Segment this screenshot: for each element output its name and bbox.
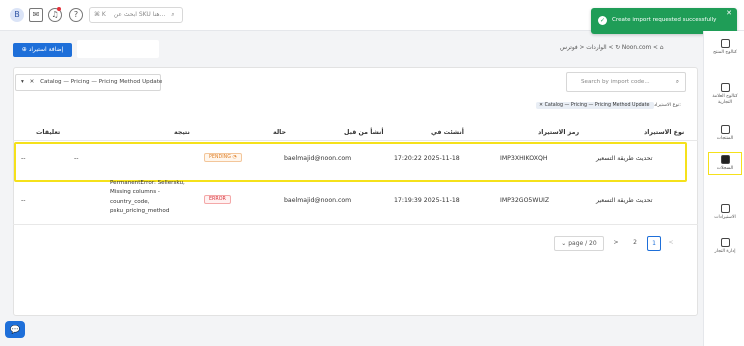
search-shortcut: ⌘ K (94, 11, 106, 18)
avatar[interactable]: B (10, 8, 24, 22)
products-icon (720, 125, 730, 134)
sidebar-item-brand-catalog[interactable]: كتالوج العلامة التجارية (708, 83, 742, 105)
col-import-code: رمز الاستيراد (538, 129, 580, 136)
import-code-search-input[interactable]: Search by import code... ⌕ (566, 72, 686, 92)
catalog-filter-value: Catalog — Pricing — Pricing Method Updat… (40, 79, 163, 85)
col-created-at: أنشئت في (431, 129, 464, 136)
row-import-code: IMP32GO5WUIZ (500, 197, 550, 204)
sidebar-item-imports[interactable]: الاستيرادات (708, 204, 742, 221)
close-icon[interactable]: ✕ (726, 9, 732, 17)
add-import-button[interactable]: ⊕ إضافة استيراد (13, 43, 72, 57)
chevron-down-icon: ▾ (21, 79, 24, 85)
brand-icon (720, 83, 730, 92)
empty-panel (77, 40, 159, 58)
page-size-select[interactable]: ⌄ page / 20 (554, 236, 604, 251)
clear-icon[interactable]: ✕ (30, 79, 35, 85)
import-code-placeholder: Search by import code... (581, 79, 650, 85)
sidebar-item-label: كتالوج المنتج (713, 50, 737, 55)
filter-chip-value: Catalog — Pricing — Pricing Method Updat… (544, 103, 650, 108)
add-import-label: إضافة استيراد (28, 46, 64, 53)
toast-message: Create import requested successfully (612, 17, 717, 23)
mail-icon[interactable]: ✉ (29, 8, 43, 22)
plus-icon: ⊕ (21, 46, 27, 53)
sellers-icon (720, 238, 730, 247)
catalog-icon (720, 39, 730, 48)
logs-icon (720, 155, 730, 164)
row-import-type: تحديث طريقة التسعير (596, 197, 653, 204)
chat-button[interactable]: 💬 (5, 321, 25, 338)
sidebar-item-products[interactable]: المنتجات (708, 125, 742, 142)
row-result: PermanentError: Sellersku, Missing colum… (110, 180, 185, 215)
highlight-box (14, 142, 687, 182)
next-page-button[interactable]: > (611, 236, 621, 251)
chevron-down-icon: ⌄ (561, 240, 567, 247)
header-divider (13, 140, 698, 141)
sidebar-item-label: الاستيرادات (714, 215, 736, 220)
sidebar-item-label: المنتجات (716, 136, 734, 141)
sidebar-item-sellers[interactable]: إدارة التجار (708, 238, 742, 255)
sidebar-item-product-catalog[interactable]: كتالوج المنتج (708, 39, 742, 56)
row-created-by: baelmajid@noon.com (284, 197, 352, 204)
search-icon: ⌕ (171, 11, 175, 18)
breadcrumb-imports[interactable]: الواردات (586, 45, 606, 51)
chat-icon: 💬 (10, 325, 20, 334)
notification-dot (57, 7, 61, 11)
sku-search-input[interactable]: ⌘ K ابحث عن SKU هنا... ⌕ (89, 7, 183, 23)
prev-page-button[interactable]: < (666, 236, 676, 251)
sidebar-item-label: السجلات (716, 166, 734, 171)
col-created-by: أنشأ من قبل (344, 129, 384, 136)
sidebar-item-label: إدارة التجار (714, 249, 736, 254)
page-1-button[interactable]: 1 (647, 236, 661, 251)
col-import-type: نوع الاستيراد (644, 129, 685, 136)
sidebar-item-label: كتالوج العلامة التجارية (712, 94, 738, 105)
page-size-value: page / 20 (568, 240, 597, 247)
status-badge: ERROR (204, 195, 231, 204)
active-filter-row: ✕ Catalog — Pricing — Pricing Method Upd… (536, 102, 681, 109)
sidebar: كتالوج المنتج كتالوج العلامة التجارية ال… (703, 31, 744, 346)
close-icon[interactable]: ✕ (539, 103, 543, 108)
search-icon: ⌕ (675, 79, 679, 85)
breadcrumb: الواردات < فوترس < ↻ Noon.com < ⌂ (560, 45, 664, 51)
row-created-at: 17:19:39 2025-11-18 (394, 197, 460, 204)
imports-icon (720, 204, 730, 213)
search-placeholder: ابحث عن SKU هنا... (113, 11, 166, 18)
check-icon: ✓ (598, 16, 607, 25)
row-divider (13, 224, 698, 225)
refresh-icon[interactable]: ↻ (615, 45, 620, 51)
sidebar-item-logs[interactable]: السجلات (708, 152, 742, 175)
catalog-filter-select[interactable]: ▾ ✕ Catalog — Pricing — Pricing Method U… (15, 74, 163, 91)
filter-chip[interactable]: ✕ Catalog — Pricing — Pricing Method Upd… (536, 102, 654, 109)
breadcrumb-store[interactable]: Noon.com (622, 45, 651, 51)
col-comments: تعليقات (36, 129, 61, 136)
help-icon[interactable]: ? (69, 8, 83, 22)
home-icon[interactable]: ⌂ (660, 45, 664, 51)
page-2-button[interactable]: 2 (629, 236, 641, 251)
col-status: حالة (273, 129, 287, 136)
app-frame: B ✉ ♫ ? ⌘ K ابحث عن SKU هنا... ⌕ ✓ Creat… (0, 0, 744, 346)
filter-chip-label: نوع الاستيراد: (653, 103, 681, 108)
breadcrumb-section[interactable]: فوترس (560, 45, 578, 51)
col-result: نتيجة (174, 129, 190, 136)
row-comments: -- (21, 197, 26, 204)
